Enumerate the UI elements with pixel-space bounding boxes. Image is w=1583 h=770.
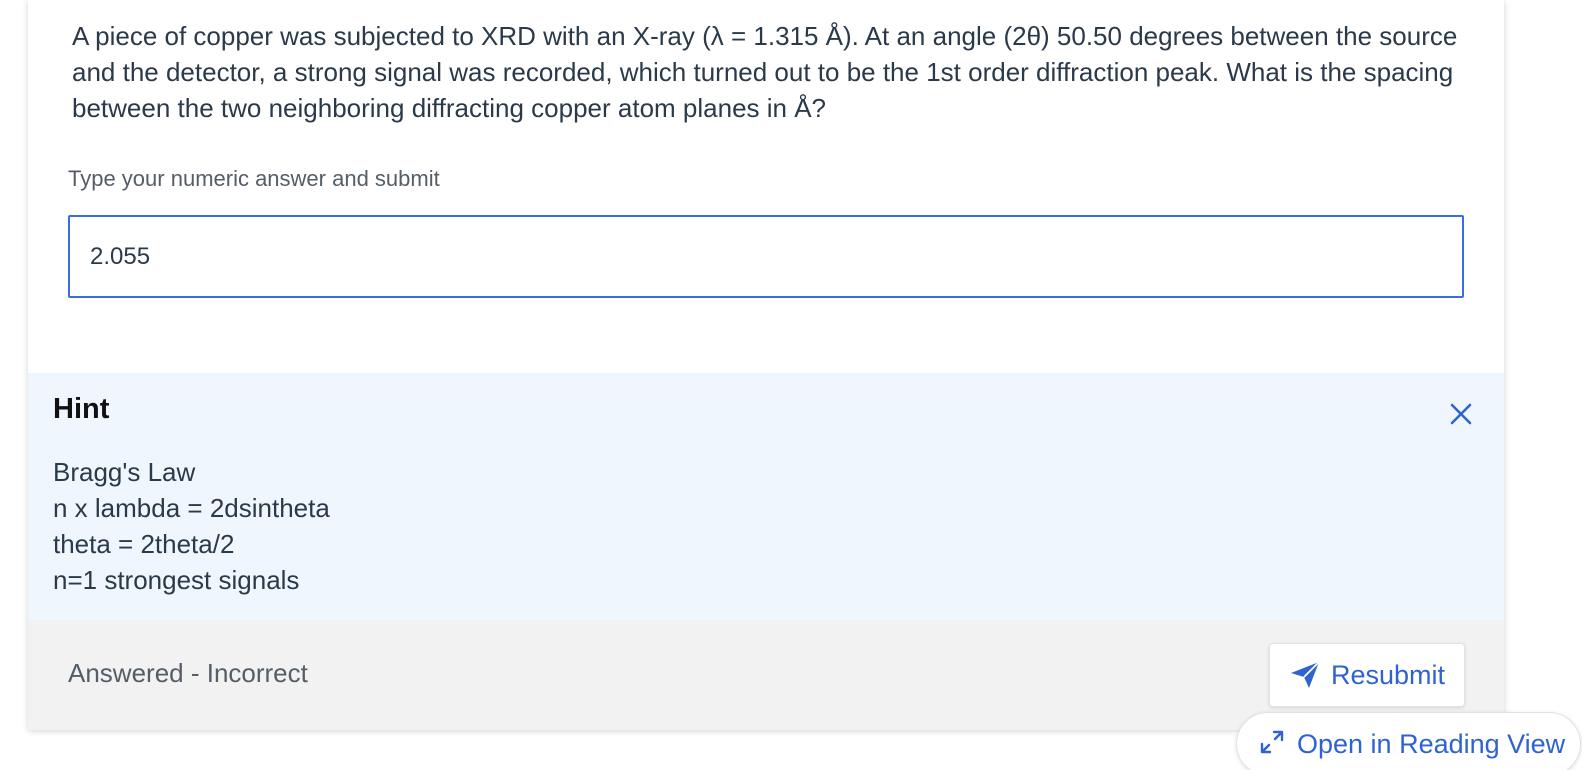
hint-line: Bragg's Law <box>53 457 196 487</box>
question-text: A piece of copper was subjected to XRD w… <box>72 21 1458 123</box>
close-icon[interactable] <box>1446 399 1476 429</box>
hint-line: n=1 strongest signals <box>53 565 300 595</box>
hint-panel: Hint Bragg's Law n x lambda = 2dsintheta… <box>28 373 1504 620</box>
numeric-answer-input[interactable] <box>68 215 1464 298</box>
resubmit-label: Resubmit <box>1330 659 1446 690</box>
question-card: A piece of copper was subjected to XRD w… <box>28 0 1504 730</box>
resubmit-button[interactable]: Resubmit <box>1269 643 1465 707</box>
hint-line: n x lambda = 2dsintheta <box>53 493 330 523</box>
answer-prompt-label: Type your numeric answer and submit <box>68 166 440 191</box>
hint-title: Hint <box>53 393 110 425</box>
expand-icon <box>1259 729 1285 755</box>
send-icon <box>1289 660 1321 690</box>
open-reading-view-button[interactable]: Open in Reading View <box>1236 712 1581 770</box>
answer-status: Answered - Incorrect <box>68 658 308 688</box>
hint-line: theta = 2theta/2 <box>53 529 235 559</box>
hint-body: Bragg's Law n x lambda = 2dsintheta thet… <box>53 454 330 598</box>
reading-view-label: Open in Reading View <box>1297 729 1566 759</box>
page: A piece of copper was subjected to XRD w… <box>0 0 1583 770</box>
